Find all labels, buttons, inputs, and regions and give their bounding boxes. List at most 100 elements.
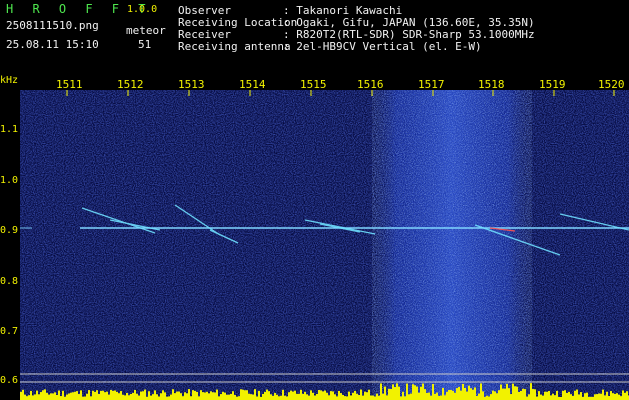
signal-bar	[212, 392, 214, 400]
signal-bar	[248, 393, 250, 400]
signal-bar	[614, 393, 616, 400]
signal-bar	[282, 389, 284, 400]
signal-bar	[180, 393, 182, 400]
signal-bar	[358, 395, 360, 400]
signal-bar	[162, 390, 164, 400]
noise-floor	[20, 90, 629, 400]
signal-bar	[128, 395, 130, 400]
signal-bar	[126, 392, 128, 400]
signal-bar	[502, 388, 504, 400]
signal-bar	[268, 391, 270, 400]
signal-bar	[38, 394, 40, 400]
signal-bar	[598, 393, 600, 400]
y-axis-unit: kHz	[0, 75, 19, 86]
signal-bar	[530, 383, 532, 400]
signal-bar	[232, 391, 234, 400]
info-key-antenna: Receiving antenna	[178, 40, 291, 53]
signal-bar	[466, 391, 468, 400]
signal-bar	[380, 383, 382, 400]
signal-bar	[34, 394, 36, 400]
signal-bar	[468, 385, 470, 400]
signal-bar	[322, 391, 324, 400]
signal-bar	[318, 390, 320, 400]
signal-bar	[488, 396, 490, 400]
signal-bar	[602, 389, 604, 400]
signal-bar	[94, 391, 96, 400]
signal-bar	[144, 389, 146, 400]
signal-bar	[206, 391, 208, 400]
signal-bar	[384, 386, 386, 400]
signal-bar	[328, 395, 330, 400]
signal-bar	[26, 396, 28, 400]
signal-bar	[568, 391, 570, 400]
signal-bar	[424, 389, 426, 400]
signal-bar	[532, 389, 534, 400]
signal-bar	[346, 396, 348, 400]
signal-bar	[74, 391, 76, 400]
signal-bar	[192, 390, 194, 400]
signal-bar	[134, 389, 136, 400]
signal-bar	[254, 389, 256, 400]
signal-bar	[404, 396, 406, 400]
signal-bar	[136, 393, 138, 400]
signal-bar	[492, 390, 494, 400]
signal-bar	[334, 394, 336, 400]
signal-bar	[498, 390, 500, 400]
signal-bar	[290, 390, 292, 400]
signal-bar	[428, 392, 430, 400]
y-tick-0-6: 0.6	[0, 375, 19, 386]
signal-bar	[414, 385, 416, 400]
signal-bar	[520, 391, 522, 400]
signal-bar	[210, 391, 212, 400]
signal-bar	[108, 394, 110, 400]
signal-bar	[626, 391, 628, 400]
signal-bar	[376, 393, 378, 400]
signal-bar	[620, 396, 622, 400]
signal-bar	[386, 395, 388, 400]
signal-bar	[524, 389, 526, 400]
signal-bar	[226, 394, 228, 400]
signal-bar	[400, 396, 402, 400]
spectrogram	[20, 90, 629, 400]
signal-bar	[140, 391, 142, 400]
signal-bar	[406, 383, 408, 400]
signal-bar	[262, 393, 264, 400]
signal-bar	[156, 394, 158, 400]
signal-bar	[276, 394, 278, 400]
signal-bar	[50, 393, 52, 400]
signal-bar	[446, 391, 448, 400]
signal-bar	[220, 394, 222, 400]
signal-bar	[504, 388, 506, 400]
signal-bar	[188, 389, 190, 400]
signal-bar	[338, 390, 340, 400]
signal-bar	[506, 383, 508, 400]
signal-bar	[472, 389, 474, 400]
signal-bar	[426, 392, 428, 400]
signal-bar	[96, 390, 98, 400]
signal-bar	[120, 391, 122, 400]
signal-bar	[92, 390, 94, 400]
signal-bar	[536, 396, 538, 400]
signal-bar	[198, 396, 200, 400]
signal-bar	[544, 391, 546, 400]
signal-bar	[62, 390, 64, 400]
signal-bar	[574, 390, 576, 400]
signal-bar	[350, 395, 352, 400]
signal-bar	[480, 383, 482, 400]
signal-bar	[28, 395, 30, 400]
signal-bar	[52, 393, 54, 400]
signal-bar	[416, 386, 418, 400]
signal-bar	[150, 395, 152, 400]
signal-bar	[302, 393, 304, 400]
signal-bar	[522, 388, 524, 400]
signal-bar	[202, 392, 204, 400]
signal-bar	[496, 393, 498, 400]
signal-bar	[450, 389, 452, 400]
signal-bar	[458, 386, 460, 400]
signal-bar	[224, 392, 226, 400]
y-tick-0-9: 0.9	[0, 225, 19, 236]
signal-bar	[100, 390, 102, 400]
signal-bar	[272, 395, 274, 400]
signal-bar	[410, 393, 412, 400]
signal-bar	[54, 392, 56, 400]
